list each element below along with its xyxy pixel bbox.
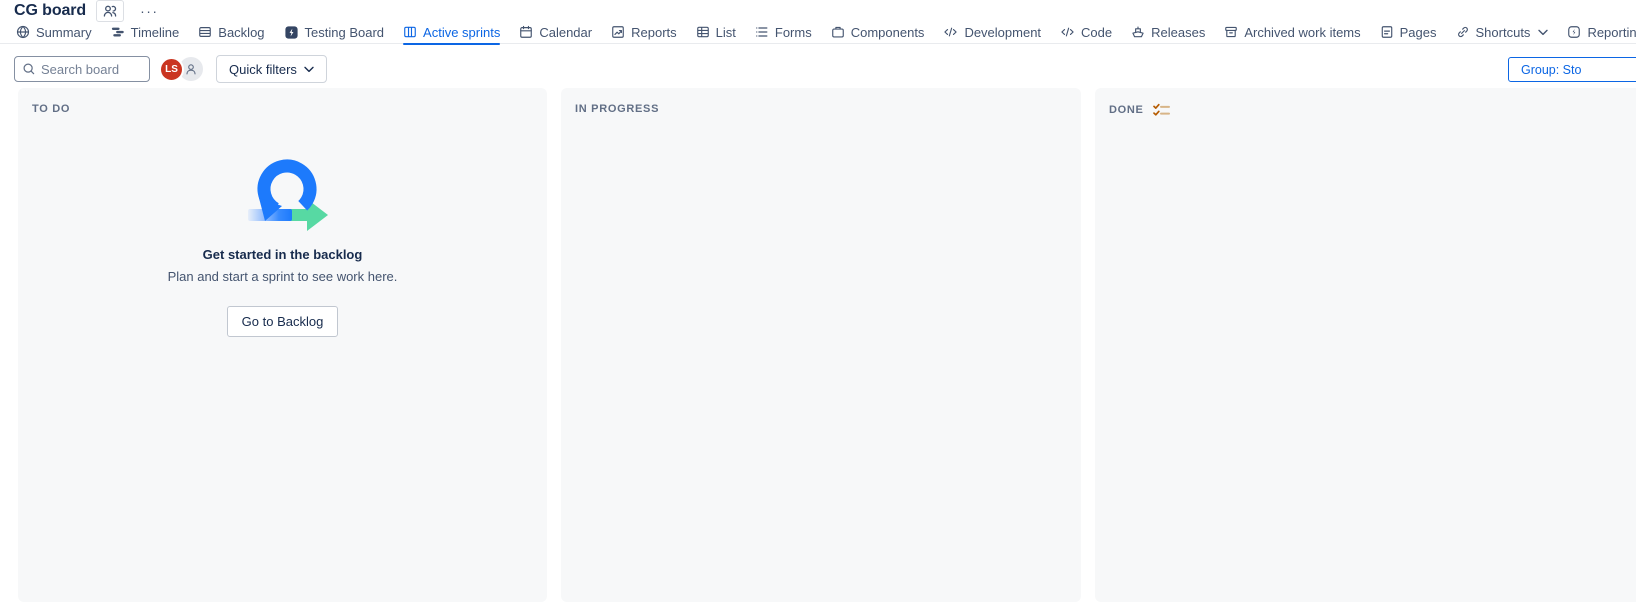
column-done[interactable]: DONE [1095, 88, 1636, 602]
search-board-field[interactable] [14, 56, 150, 82]
board-icon [403, 25, 417, 39]
backlog-empty-state: Get started in the backlog Plan and star… [32, 153, 533, 337]
search-input[interactable] [41, 61, 142, 77]
tab-label: Archived work items [1244, 24, 1361, 40]
tab-pages[interactable]: Pages [1380, 21, 1437, 44]
column-header: IN PROGRESS [575, 103, 1067, 115]
board-toolbar: LS Quick filters [14, 55, 327, 83]
sprint-loop-illustration [235, 153, 331, 235]
ship-icon [1131, 25, 1145, 39]
table-icon [696, 25, 710, 39]
quick-filters-label: Quick filters [229, 61, 297, 77]
calendar-icon [519, 25, 533, 39]
tab-label: Shortcuts [1475, 24, 1531, 40]
tab-active-sprints[interactable]: Active sprints [403, 21, 501, 45]
active-sprints-page: { "header": { "title": "CG board", "more… [0, 0, 1636, 604]
tab-timeline[interactable]: Timeline [111, 21, 180, 44]
tab-label: Forms [774, 24, 812, 40]
tab-testing-board[interactable]: Testing Board [284, 21, 385, 44]
empty-state-title: Get started in the backlog [202, 247, 363, 262]
code-icon [943, 25, 958, 39]
tab-label: Releases [1151, 24, 1206, 40]
tab-list[interactable]: List [696, 21, 736, 44]
tab-label: Calendar [539, 24, 593, 40]
page-icon [1380, 25, 1394, 39]
sprint-board: TO DO Get started in the backlog Plan an… [18, 88, 1636, 602]
tab-reports[interactable]: Reports [611, 21, 677, 44]
tab-shortcuts[interactable]: Shortcuts [1456, 21, 1549, 44]
column-header: DONE [1109, 103, 1636, 117]
tab-summary[interactable]: Summary [16, 21, 92, 44]
tab-label: Reports [631, 24, 677, 40]
tab-label: Pages [1399, 24, 1437, 40]
page-title: CG board [14, 2, 87, 19]
tab-components[interactable]: Components [831, 21, 925, 44]
tab-code[interactable]: Code [1060, 21, 1112, 44]
tab-label: Reporting Center [1587, 24, 1636, 40]
tab-label: Development [964, 24, 1042, 40]
forms-icon [755, 25, 769, 39]
avatar-group: LS [159, 56, 203, 82]
checklist-icon [1152, 103, 1170, 117]
avatar[interactable]: LS [159, 56, 184, 82]
person-icon [184, 62, 198, 76]
timeline-icon [111, 25, 125, 39]
column-in-progress[interactable]: IN PROGRESS [561, 88, 1081, 602]
chart-icon [611, 25, 625, 39]
bolt-app-icon [284, 25, 299, 40]
tab-development[interactable]: Development [943, 21, 1041, 44]
search-icon [22, 62, 36, 76]
column-title: TO DO [32, 103, 71, 115]
globe-icon [16, 25, 30, 39]
tab-forms[interactable]: Forms [755, 21, 812, 44]
column-todo[interactable]: TO DO Get started in the backlog Plan an… [18, 88, 547, 602]
archive-icon [1224, 25, 1238, 39]
tab-label: Testing Board [304, 24, 385, 40]
column-title: DONE [1109, 104, 1144, 116]
tab-label: Active sprints [423, 24, 501, 40]
column-header: TO DO [32, 103, 533, 115]
tab-archived-work-items[interactable]: Archived work items [1224, 21, 1361, 44]
components-icon [831, 25, 845, 39]
tab-label: List [715, 24, 736, 40]
tab-label: Timeline [130, 24, 180, 40]
empty-state-description: Plan and start a sprint to see work here… [167, 269, 398, 284]
backlog-icon [198, 25, 212, 39]
people-icon [102, 3, 118, 19]
column-title: IN PROGRESS [575, 103, 660, 115]
quick-filters-button[interactable]: Quick filters [216, 55, 327, 83]
tab-reporting-center[interactable]: Reporting Center [1567, 21, 1636, 44]
board-header: CG board ··· [14, 0, 165, 22]
code-icon [1060, 25, 1075, 39]
group-by-button[interactable]: Group: Sto [1508, 57, 1636, 82]
group-by-label: Group: Sto [1521, 62, 1582, 77]
go-to-backlog-button[interactable]: Go to Backlog [226, 306, 339, 337]
tab-label: Code [1081, 24, 1113, 40]
link-icon [1456, 25, 1470, 39]
more-menu-button[interactable]: ··· [134, 1, 165, 21]
tab-backlog[interactable]: Backlog [198, 21, 265, 44]
lightning-box-icon [1567, 25, 1581, 39]
chevron-down-icon [1538, 29, 1549, 36]
share-people-button[interactable] [96, 0, 125, 22]
tab-calendar[interactable]: Calendar [519, 21, 592, 44]
tab-label: Backlog [218, 24, 265, 40]
chevron-down-icon [304, 66, 314, 73]
tab-label: Components [850, 24, 925, 40]
board-tabbar: Summary Timeline Backlog Testing Board A… [0, 21, 1636, 45]
tab-releases[interactable]: Releases [1131, 21, 1205, 44]
tab-label: Summary [36, 24, 92, 40]
